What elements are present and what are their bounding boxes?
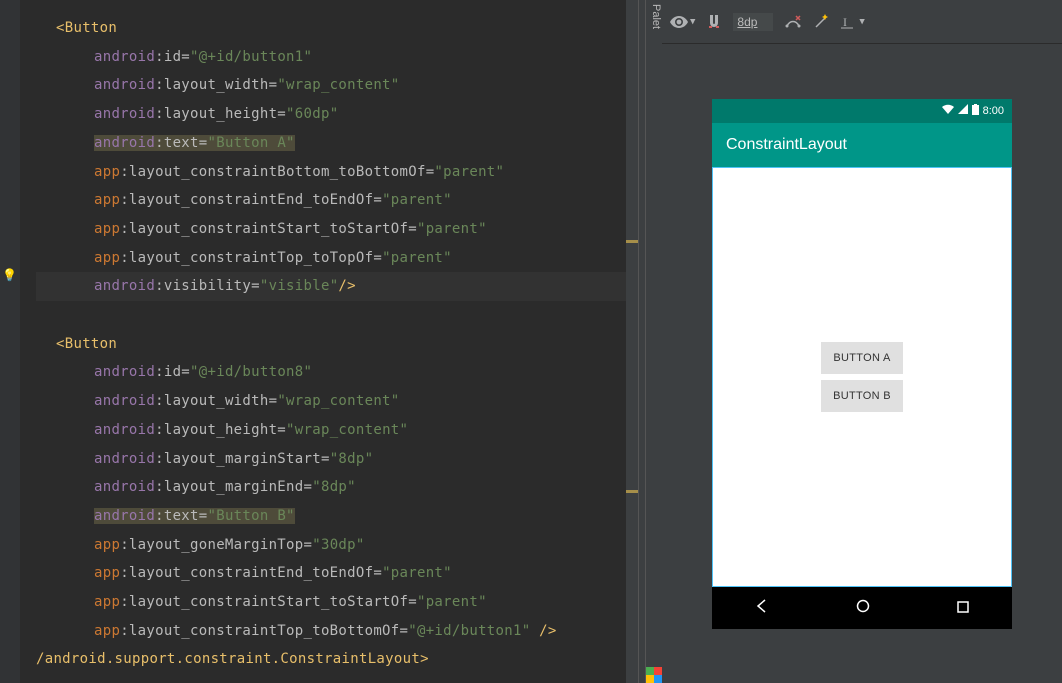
battery-icon: [972, 104, 979, 118]
magnet-icon[interactable]: [707, 15, 721, 29]
code-editor[interactable]: <Button android:id="@+id/button1" androi…: [20, 0, 638, 683]
scrollbar-marker: [626, 240, 638, 243]
home-icon[interactable]: [856, 598, 870, 617]
recents-icon[interactable]: [957, 598, 969, 617]
button-a[interactable]: BUTTON A: [821, 342, 902, 374]
palette-icon: [646, 667, 662, 683]
status-time: 8:00: [983, 105, 1004, 117]
clear-constraints-icon[interactable]: [785, 14, 801, 30]
palette-tab[interactable]: Palet: [646, 0, 662, 683]
lightbulb-icon[interactable]: 💡: [2, 268, 16, 282]
cursor-line: android:visibility="visible"/>: [36, 272, 632, 301]
wifi-icon: [942, 104, 954, 117]
xml-close-tag: /android.support.constraint.ConstraintLa…: [36, 651, 429, 667]
dp-input[interactable]: [733, 13, 773, 31]
palette-label: Palet: [650, 4, 662, 29]
editor-gutter: 💡: [0, 0, 20, 683]
nav-bar: [712, 587, 1012, 629]
layout-content[interactable]: BUTTON A BUTTON B: [712, 167, 1012, 587]
panel-divider[interactable]: [638, 0, 646, 683]
back-icon[interactable]: [755, 598, 769, 617]
preview-panel: ▼ I ▼: [662, 0, 1062, 683]
app-bar: ConstraintLayout: [712, 123, 1012, 167]
svg-text:I: I: [843, 15, 847, 29]
scrollbar-marker: [626, 490, 638, 493]
status-bar: 8:00: [712, 99, 1012, 123]
text-baseline-icon[interactable]: I ▼: [841, 14, 864, 30]
preview-toolbar: ▼ I ▼: [662, 0, 1062, 44]
button-b[interactable]: BUTTON B: [821, 380, 903, 412]
xml-tag: Button: [65, 336, 117, 352]
xml-tag: Button: [65, 20, 117, 36]
device-frame: 8:00 ConstraintLayout BUTTON A BUTTON B: [712, 99, 1012, 629]
vertical-scrollbar[interactable]: [626, 0, 638, 683]
wand-icon[interactable]: [813, 14, 829, 30]
eye-icon[interactable]: ▼: [670, 16, 695, 28]
signal-icon: [958, 104, 968, 117]
preview-canvas[interactable]: 8:00 ConstraintLayout BUTTON A BUTTON B: [662, 44, 1062, 683]
app-title: ConstraintLayout: [726, 136, 847, 154]
